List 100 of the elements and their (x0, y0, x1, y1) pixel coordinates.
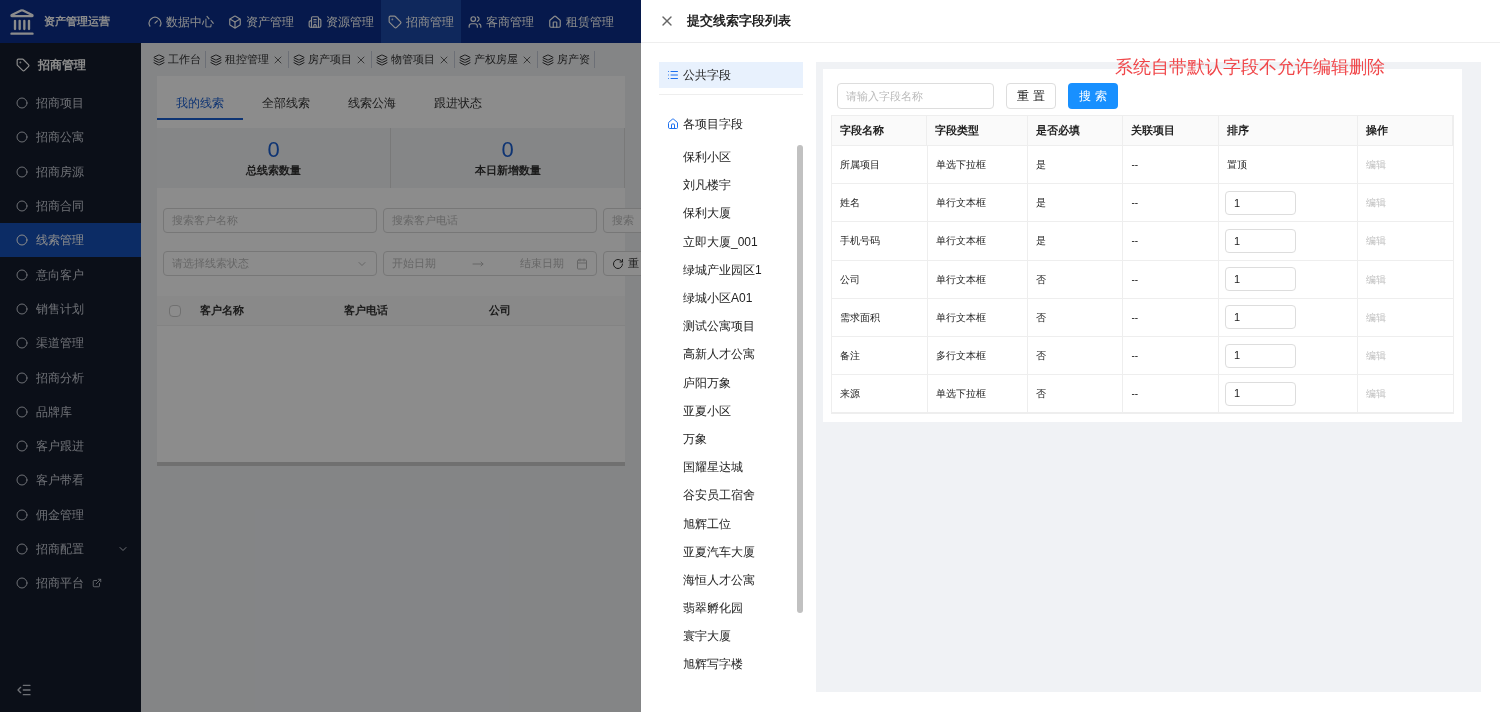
top-nav-item[interactable]: 招商管理 (381, 0, 461, 43)
sub-tab[interactable]: 全部线索 (243, 88, 329, 120)
project-item[interactable]: 高新人才公寓 (683, 340, 797, 369)
column-header: 字段名称 (832, 116, 928, 145)
project-item[interactable]: 旭辉工位 (683, 509, 797, 538)
tab-icon (459, 53, 471, 66)
sidebar-item[interactable]: 渠道管理 (0, 326, 141, 361)
table-cell: 否 (1027, 375, 1124, 413)
project-item[interactable]: 绿城小区A01 (683, 283, 797, 313)
sub-tab[interactable]: 跟进状态 (415, 88, 501, 120)
sub-tab[interactable]: 线索公海 (329, 88, 415, 120)
sidebar-item[interactable]: 线索管理 (0, 223, 141, 258)
column-header: 字段类型 (927, 116, 1028, 145)
sidebar-item[interactable]: 销售计划 (0, 291, 141, 327)
sidebar-item[interactable]: 客户跟进 (0, 428, 141, 464)
list-icon (667, 69, 679, 81)
modal-overlay[interactable] (0, 0, 641, 712)
top-nav-item[interactable]: 资源管理 (301, 0, 381, 43)
nav-icon (228, 14, 242, 29)
project-item[interactable]: 刘凡楼宇 (683, 171, 797, 200)
table-cell: 备注 (832, 336, 928, 375)
project-item[interactable]: 谷安员工宿舍 (683, 481, 797, 510)
collapse-menu-icon[interactable] (16, 682, 32, 698)
project-item[interactable]: 万象 (683, 424, 797, 454)
project-item[interactable]: 亚夏小区 (683, 396, 797, 425)
page-tab[interactable]: 房产资 (538, 51, 595, 68)
nav-icon (148, 14, 162, 29)
sidebar-item[interactable]: 招商公寓 (0, 120, 141, 155)
top-nav-item[interactable]: 数据中心 (141, 0, 221, 43)
tab-icon (153, 53, 165, 66)
nav-icon (308, 14, 322, 29)
project-item[interactable]: 亚夏汽车大厦 (683, 537, 797, 566)
calendar-icon (576, 257, 588, 270)
sub-tab[interactable]: 我的线索 (157, 88, 243, 120)
annotation-text: 系统自带默认字段不允许编辑删除 (1115, 56, 1385, 79)
table-cell: -- (1123, 260, 1219, 298)
column-header: 是否必填 (1027, 116, 1124, 145)
page-tab[interactable]: 房产项目 (289, 51, 372, 68)
sidebar-item[interactable]: 品牌库 (0, 394, 141, 429)
page-tab[interactable]: 产权房屋 (455, 51, 538, 68)
tab-icon (542, 53, 554, 66)
table-cell: 是 (1027, 184, 1124, 222)
table-cell: 单行文本框 (927, 260, 1028, 298)
stat-label: 本日新增数量 (474, 162, 541, 178)
table-cell: 单选下拉框 (927, 375, 1028, 413)
top-nav-item[interactable]: 客商管理 (461, 0, 541, 43)
table-cell: -- (1123, 298, 1219, 336)
bank-logo-icon (8, 7, 36, 36)
column-header: 关联项目 (1123, 116, 1219, 145)
table-cell: 单选下拉框 (927, 146, 1028, 184)
tag-icon (16, 57, 30, 72)
sidebar-item[interactable]: 招商项目 (0, 86, 141, 121)
table-cell: 手机号码 (832, 222, 928, 260)
reset-button[interactable]: 重 (603, 251, 641, 276)
top-nav-item[interactable]: 租赁管理 (541, 0, 621, 43)
home-icon (667, 118, 679, 130)
page-tab[interactable]: 工作台 (149, 51, 206, 68)
table-cell: -- (1123, 184, 1219, 222)
table-cell: 单行文本框 (927, 298, 1028, 336)
page-tab[interactable]: 物管项目 (372, 51, 455, 68)
project-item[interactable]: 测试公寓项目 (683, 312, 797, 341)
field-group-item[interactable]: 各项目字段 (659, 111, 803, 137)
scrollbar[interactable] (797, 145, 803, 613)
table-cell: 单行文本框 (927, 222, 1028, 260)
project-item[interactable]: 翡翠孵化园 (683, 594, 797, 623)
tab-icon (293, 53, 305, 66)
project-item[interactable]: 保利大厦 (683, 199, 797, 228)
sidebar-item[interactable]: 客户带看 (0, 463, 141, 498)
project-item[interactable]: 海恒人才公寓 (683, 565, 797, 594)
sidebar-item[interactable]: 意向客户 (0, 257, 141, 292)
nav-icon (548, 14, 562, 29)
page-tab[interactable]: 租控管理 (206, 51, 289, 68)
sidebar-item[interactable]: 招商平台 (0, 566, 141, 601)
table-cell: -- (1123, 336, 1219, 375)
sidebar-item[interactable]: 招商配置 (0, 531, 141, 567)
search-button[interactable]: 搜 索 (1068, 83, 1118, 109)
project-item[interactable]: 庐阳万象 (683, 368, 797, 397)
field-group-item[interactable]: 公共字段 (659, 62, 803, 88)
tab-icon (376, 53, 388, 66)
table-cell: 来源 (832, 375, 928, 413)
top-nav-item[interactable]: 资产管理 (221, 0, 301, 43)
reset-button[interactable]: 重 置 (1006, 83, 1056, 109)
checkbox[interactable] (168, 304, 181, 317)
nav-icon (468, 14, 482, 29)
refresh-icon (612, 257, 624, 270)
table-cell: 需求面积 (832, 298, 928, 336)
sidebar-item[interactable]: 招商房源 (0, 154, 141, 189)
project-item[interactable]: 立即大厦_001 (683, 227, 797, 256)
column-header: 排序 (1218, 116, 1359, 145)
sidebar-item[interactable]: 佣金管理 (0, 497, 141, 532)
project-item[interactable]: 保利小区 (683, 143, 797, 172)
project-item[interactable]: 旭辉写字楼 (683, 650, 797, 679)
sidebar-item[interactable]: 招商分析 (0, 360, 141, 395)
table-cell: -- (1123, 375, 1219, 413)
stat-label: 总线索数量 (246, 162, 301, 178)
nav-icon (388, 14, 402, 29)
project-item[interactable]: 寰宇大厦 (683, 622, 797, 651)
project-item[interactable]: 绿城产业园区1 (683, 255, 797, 284)
project-item[interactable]: 国耀星达城 (683, 453, 797, 482)
drawer-title: 提交线索字段列表 (687, 12, 791, 31)
